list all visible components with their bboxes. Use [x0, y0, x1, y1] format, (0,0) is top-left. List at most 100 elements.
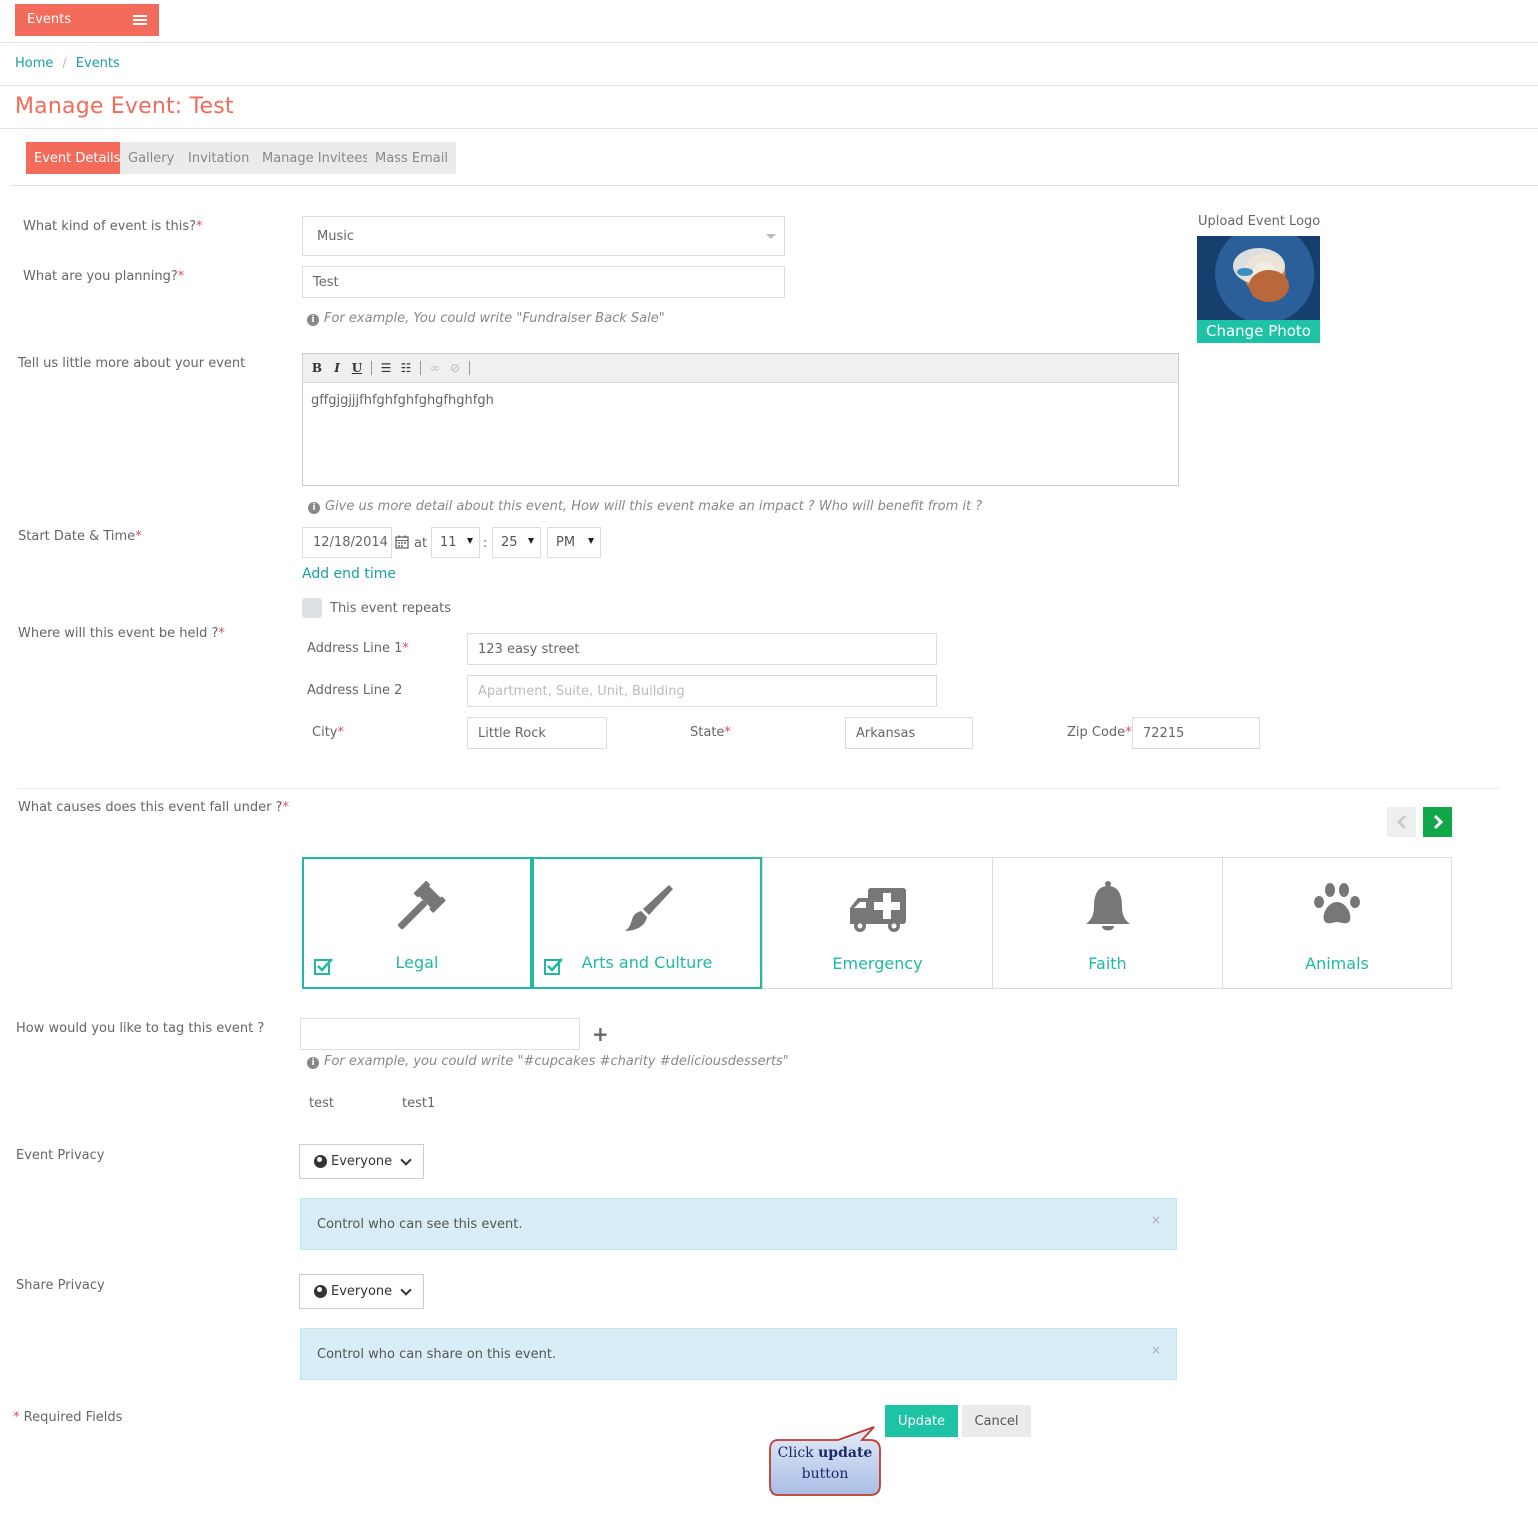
event-privacy-value: Everyone [331, 1154, 393, 1169]
tab-gallery[interactable]: Gallery [120, 142, 183, 174]
cancel-button[interactable]: Cancel [962, 1405, 1031, 1437]
event-privacy-dropdown[interactable]: Everyone [299, 1144, 424, 1179]
italic-button[interactable]: I [331, 361, 343, 375]
tab-manage-invitees[interactable]: Manage Invitees [254, 142, 378, 174]
editor-toolbar: B I U ☰ ☷ ∞ ⊘ [303, 354, 1178, 383]
paintbrush-icon [617, 881, 677, 945]
events-menu-label: Events [27, 12, 72, 27]
share-privacy-info: Control who can share on this event. × [300, 1328, 1177, 1380]
required-fields-note: * Required Fields [13, 1410, 123, 1425]
chevron-right-icon [1433, 814, 1443, 830]
description-editor[interactable]: B I U ☰ ☷ ∞ ⊘ gffgjgjjjfhfghfghfghgfhghf… [302, 353, 1179, 486]
dropdown-arrow-icon [528, 538, 534, 544]
repeats-checkbox[interactable] [302, 598, 322, 618]
unlink-icon[interactable]: ⊘ [449, 361, 461, 375]
cause-card-faith[interactable]: Faith [992, 857, 1223, 989]
planning-input[interactable]: Test [302, 266, 785, 298]
cause-card-emergency[interactable]: Emergency [762, 857, 993, 989]
add-tag-button[interactable]: + [592, 1022, 609, 1046]
description-text[interactable]: gffgjgjjjfhfghfghfghgfhghfgh [303, 383, 1178, 418]
zip-input[interactable]: 72215 [1132, 717, 1260, 749]
cause-name: Emergency [832, 954, 923, 973]
toolbar-separator [420, 361, 421, 375]
city-input[interactable]: Little Rock [467, 717, 607, 749]
address1-input[interactable]: 123 easy street [467, 633, 937, 665]
cause-name: Legal [395, 953, 439, 972]
causes-label: What causes does this event fall under ?… [18, 800, 289, 815]
hamburger-icon [133, 15, 147, 25]
cause-card-arts-and-culture[interactable]: Arts and Culture [532, 857, 762, 989]
ampm-select[interactable]: PM [547, 527, 601, 558]
address2-input[interactable]: Apartment, Suite, Unit, Building [467, 675, 937, 707]
tab-event-details[interactable]: Event Details [26, 142, 129, 174]
share-privacy-dropdown[interactable]: Everyone [299, 1274, 424, 1309]
event-kind-select[interactable]: Music [302, 216, 785, 256]
tab-invitation[interactable]: Invitation [180, 142, 258, 174]
tab-mass-email[interactable]: Mass Email [367, 142, 456, 174]
breadcrumb-events[interactable]: Events [76, 56, 120, 71]
start-date-label: Start Date & Time* [18, 529, 142, 544]
colon-label: : [483, 536, 488, 551]
breadcrumb: Home / Events [15, 56, 120, 71]
start-date-input[interactable]: 12/18/2014 [302, 527, 392, 558]
page-title: Manage Event: Test [15, 94, 234, 119]
close-icon[interactable]: × [1151, 1343, 1161, 1357]
chevron-left-icon [1396, 814, 1406, 830]
underline-button[interactable]: U [351, 361, 363, 375]
cause-name: Arts and Culture [581, 953, 713, 972]
causes-next-button[interactable] [1423, 807, 1452, 837]
caret-down-icon [766, 234, 776, 239]
globe-icon [314, 1285, 327, 1298]
title-divider [0, 128, 1538, 129]
tag-item: test [309, 1096, 334, 1111]
gavel-icon [387, 881, 447, 945]
calendar-icon[interactable] [395, 535, 409, 553]
callout-text: Click update button [777, 1445, 873, 1482]
events-menu-button[interactable]: Events [15, 4, 159, 36]
add-end-time-link[interactable]: Add end time [302, 566, 396, 582]
tabs-divider [10, 185, 1538, 186]
planning-label: What are you planning?* [23, 269, 185, 284]
location-label: Where will this event be held ?* [18, 626, 225, 641]
cause-name: Animals [1305, 954, 1369, 973]
close-icon[interactable]: × [1151, 1213, 1161, 1227]
update-button[interactable]: Update [885, 1405, 958, 1437]
cause-name: Faith [1088, 954, 1127, 973]
cause-card-legal[interactable]: Legal [302, 857, 532, 989]
section-divider [18, 788, 1500, 789]
bold-button[interactable]: B [311, 361, 323, 375]
hour-select[interactable]: 11 [431, 527, 480, 558]
minute-select[interactable]: 25 [492, 527, 541, 558]
breadcrumb-separator: / [62, 56, 67, 71]
event-kind-label: What kind of event is this?* [23, 219, 203, 234]
event-privacy-label: Event Privacy [16, 1148, 105, 1163]
info-icon: i [307, 1057, 319, 1069]
tag-item: test1 [402, 1096, 436, 1111]
upload-logo-label: Upload Event Logo [1198, 214, 1321, 229]
breadcrumb-home[interactable]: Home [15, 56, 53, 71]
tags-input[interactable] [300, 1018, 580, 1050]
share-privacy-value: Everyone [331, 1284, 393, 1299]
planning-hint: i For example, You could write "Fundraise… [307, 311, 665, 326]
address1-label: Address Line 1* [307, 641, 409, 656]
link-icon[interactable]: ∞ [429, 361, 441, 375]
change-photo-button[interactable]: Change Photo [1197, 320, 1320, 343]
globe-icon [314, 1155, 327, 1168]
breadcrumb-divider [0, 85, 1538, 86]
toolbar-separator [469, 361, 470, 375]
numbered-list-icon[interactable]: ☷ [400, 361, 412, 375]
state-label: State* [690, 725, 731, 740]
causes-prev-button[interactable] [1387, 807, 1416, 837]
dropdown-arrow-icon [467, 538, 473, 544]
header-divider [0, 42, 1538, 43]
bullet-list-icon[interactable]: ☰ [380, 361, 392, 375]
tags-label: How would you like to tag this event ? [16, 1021, 265, 1036]
cause-card-animals[interactable]: Animals [1222, 857, 1452, 989]
share-privacy-label: Share Privacy [16, 1278, 105, 1293]
toolbar-separator [371, 361, 372, 375]
repeats-label: This event repeats [330, 601, 451, 616]
event-logo-image [1197, 236, 1320, 320]
state-input[interactable]: Arkansas [845, 717, 973, 749]
zip-label: Zip Code* [1067, 725, 1132, 740]
description-label: Tell us little more about your event [18, 356, 246, 371]
